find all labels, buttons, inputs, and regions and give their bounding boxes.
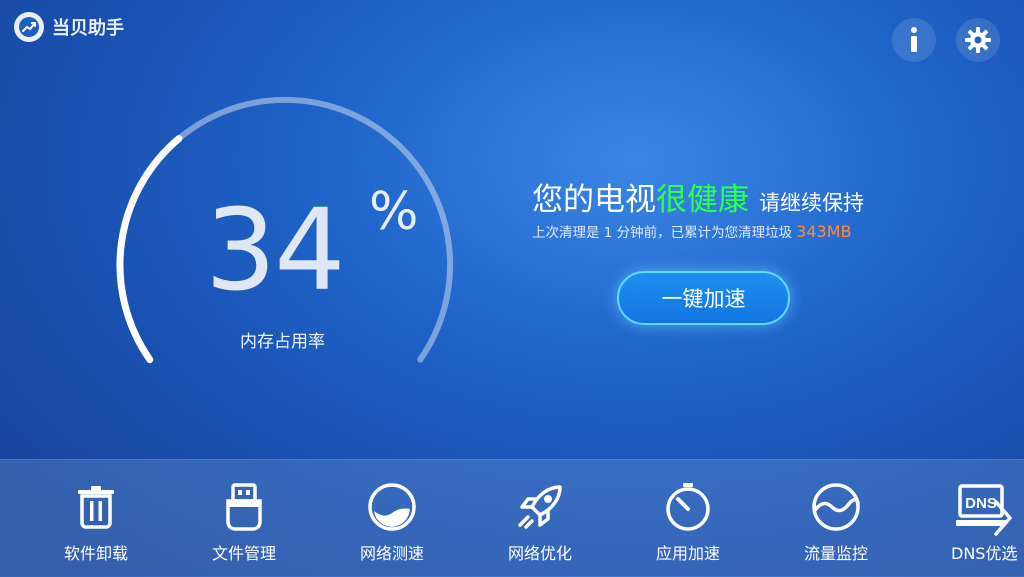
tool-label: 软件卸载 (63, 544, 128, 563)
health-headline: 您的电视很健康 请继续保持 (532, 174, 864, 219)
tool-network-optimize[interactable]: 网络优化 (480, 460, 600, 577)
headline-prefix: 您的电视 (532, 182, 656, 218)
tool-label: 流量监控 (803, 544, 868, 563)
percent-sign: % (369, 182, 419, 242)
rocket-icon (513, 480, 567, 534)
tool-bar: 软件卸载 文件管理 网络测速 网络优化 应用加速 流量监控 DNS DNS优选 (0, 459, 1024, 577)
tool-label: DNS优选 (951, 544, 1018, 563)
cleaned-size: 343MB (796, 222, 852, 241)
info-icon (911, 27, 917, 52)
app-logo: 当贝助手 (14, 12, 124, 42)
tool-uninstall[interactable]: 软件卸载 (36, 460, 156, 577)
network-speed-icon (365, 480, 419, 534)
traffic-wave-icon (809, 480, 863, 534)
chevron-right-icon[interactable] (990, 498, 1016, 538)
memory-percent-value: 34 (205, 186, 346, 316)
stopwatch-icon (661, 480, 715, 534)
gauge-fill (116, 135, 183, 364)
trash-icon (69, 480, 123, 534)
tool-app-boost[interactable]: 应用加速 (628, 460, 748, 577)
memory-usage-label: 内存占用率 (240, 332, 325, 352)
tool-label: 网络测速 (359, 544, 424, 563)
gear-icon (965, 27, 991, 53)
app-logo-icon (14, 12, 44, 42)
info-button[interactable] (892, 18, 936, 62)
tool-speed-test[interactable]: 网络测速 (332, 460, 452, 577)
clean-summary-text: 上次清理是 1 分钟前，已累计为您清理垃圾 (532, 225, 793, 241)
tool-file-manager[interactable]: 文件管理 (184, 460, 304, 577)
settings-button[interactable] (956, 18, 1000, 62)
tool-traffic-monitor[interactable]: 流量监控 (776, 460, 896, 577)
tool-label: 应用加速 (655, 544, 720, 563)
clean-summary: 上次清理是 1 分钟前，已累计为您清理垃圾 343MB (532, 221, 852, 241)
headline-suffix: 请继续保持 (759, 191, 864, 215)
app-title: 当贝助手 (52, 18, 124, 39)
tool-label: 网络优化 (507, 544, 572, 563)
headline-highlight: 很健康 (656, 182, 749, 218)
usb-drive-icon (217, 480, 271, 534)
tool-label: 文件管理 (211, 544, 276, 563)
one-key-boost-button[interactable]: 一键加速 (617, 271, 790, 325)
